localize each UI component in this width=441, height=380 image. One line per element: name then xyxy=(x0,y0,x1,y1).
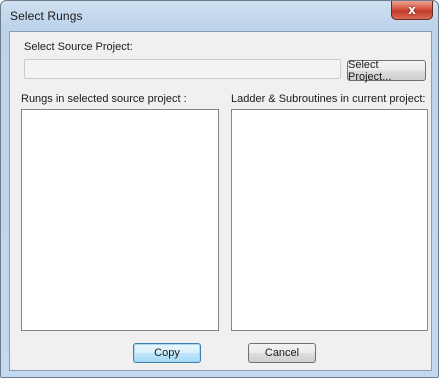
copy-button[interactable]: Copy xyxy=(133,343,201,363)
cancel-button-label: Cancel xyxy=(264,347,300,359)
title-bar[interactable]: Select Rungs x xyxy=(1,1,438,31)
dialog-client-area: Select Source Project: Select Project...… xyxy=(9,31,432,371)
dialog-window: Select Rungs x Select Source Project: Se… xyxy=(0,0,439,378)
window-title: Select Rungs xyxy=(10,9,83,23)
select-project-button-label: Select Project... xyxy=(348,58,392,83)
close-icon: x xyxy=(408,3,416,17)
source-project-label: Select Source Project: xyxy=(24,41,133,53)
ladder-subroutines-listbox[interactable] xyxy=(231,109,428,331)
copy-button-label: Copy xyxy=(154,347,180,359)
rungs-listbox[interactable] xyxy=(21,109,219,331)
select-project-button[interactable]: Select Project... xyxy=(347,58,426,83)
source-project-field[interactable] xyxy=(24,59,341,79)
cancel-button[interactable]: Cancel xyxy=(248,343,316,363)
rungs-list-label: Rungs in selected source project : xyxy=(21,93,187,105)
ladder-list-label: Ladder & Subroutines in current project: xyxy=(231,93,426,105)
close-button[interactable]: x xyxy=(391,1,433,20)
